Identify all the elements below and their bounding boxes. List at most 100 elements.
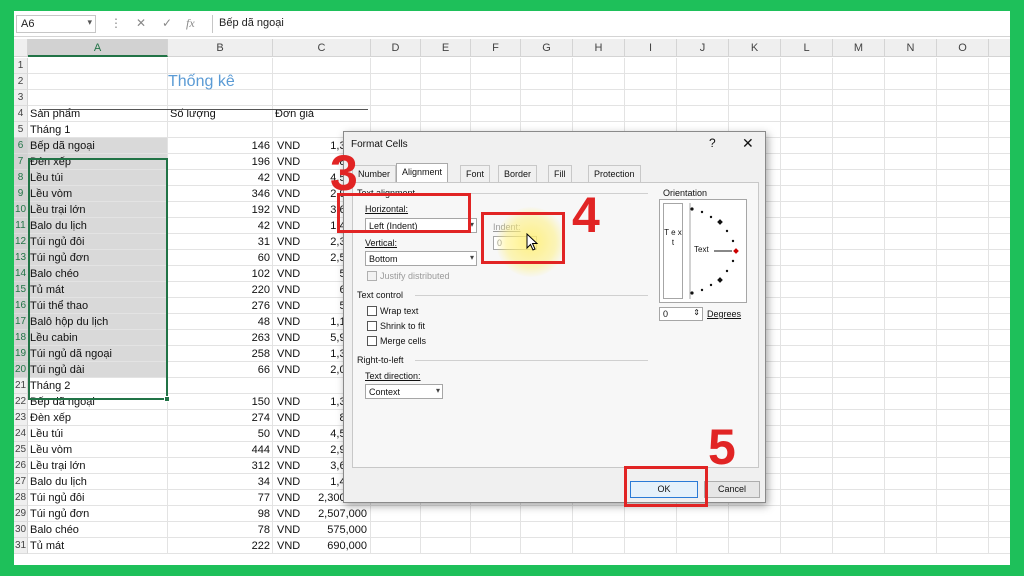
cell[interactable]	[273, 90, 371, 106]
cell[interactable]: Lều túi	[28, 426, 168, 442]
cell[interactable]	[937, 298, 989, 314]
column-header-g[interactable]: G	[521, 39, 573, 57]
row-number[interactable]: 30	[14, 522, 28, 538]
cell[interactable]	[885, 458, 937, 474]
cell[interactable]	[937, 442, 989, 458]
check-icon[interactable]: ✓	[162, 16, 172, 30]
cell[interactable]	[885, 378, 937, 394]
column-header-i[interactable]: I	[625, 39, 677, 57]
row-number[interactable]: 18	[14, 330, 28, 346]
cell[interactable]: 274	[168, 410, 273, 426]
cell[interactable]: Balo du lịch	[28, 474, 168, 490]
cell[interactable]	[989, 202, 1010, 218]
cell[interactable]: Đèn xếp	[28, 154, 168, 170]
row-number[interactable]: 20	[14, 362, 28, 378]
cell[interactable]	[989, 138, 1010, 154]
cell[interactable]	[371, 538, 421, 554]
cell[interactable]	[833, 474, 885, 490]
cell[interactable]	[729, 58, 781, 74]
wrap-text-checkbox[interactable]	[367, 306, 377, 316]
row-number[interactable]: 26	[14, 458, 28, 474]
cell[interactable]	[885, 106, 937, 122]
close-icon[interactable]: ✕	[742, 135, 754, 152]
cell[interactable]	[989, 378, 1010, 394]
cell[interactable]	[833, 138, 885, 154]
tab-protection[interactable]: Protection	[588, 165, 641, 182]
cell[interactable]	[833, 106, 885, 122]
cell[interactable]	[833, 170, 885, 186]
cell[interactable]: 50	[168, 426, 273, 442]
cell[interactable]	[781, 298, 833, 314]
cell[interactable]	[937, 154, 989, 170]
vertical-text-orientation[interactable]: T e x t	[663, 203, 683, 299]
column-header-f[interactable]: F	[471, 39, 521, 57]
cell[interactable]	[168, 90, 273, 106]
cell[interactable]	[937, 186, 989, 202]
cell[interactable]	[677, 522, 729, 538]
cell[interactable]	[937, 74, 989, 90]
chevron-down-icon[interactable]: ▾	[87, 17, 92, 28]
cell[interactable]	[677, 58, 729, 74]
cell[interactable]	[937, 506, 989, 522]
cell[interactable]: Lều vòm	[28, 442, 168, 458]
cell[interactable]	[989, 266, 1010, 282]
cell[interactable]	[421, 522, 471, 538]
cell[interactable]	[833, 186, 885, 202]
cell[interactable]	[885, 426, 937, 442]
cell[interactable]	[989, 506, 1010, 522]
cell[interactable]: Lều cabin	[28, 330, 168, 346]
column-header-o[interactable]: O	[937, 39, 989, 57]
row-number[interactable]: 5	[14, 122, 28, 138]
cell[interactable]	[989, 330, 1010, 346]
cell[interactable]	[989, 186, 1010, 202]
cell[interactable]: VND 575,000	[273, 522, 371, 538]
row-number[interactable]: 28	[14, 490, 28, 506]
cell[interactable]: Lều trại lớn	[28, 202, 168, 218]
cell[interactable]	[573, 522, 625, 538]
cell[interactable]	[471, 522, 521, 538]
cell[interactable]	[989, 74, 1010, 90]
cell[interactable]: Túi ngủ đôi	[28, 490, 168, 506]
cell[interactable]	[781, 426, 833, 442]
cell[interactable]	[471, 74, 521, 90]
cell[interactable]	[371, 506, 421, 522]
cell[interactable]	[989, 362, 1010, 378]
cell[interactable]	[471, 106, 521, 122]
cell[interactable]	[781, 346, 833, 362]
row-number[interactable]: 19	[14, 346, 28, 362]
cell[interactable]: 98	[168, 506, 273, 522]
cell[interactable]	[625, 74, 677, 90]
cell[interactable]: 66	[168, 362, 273, 378]
cell[interactable]	[937, 218, 989, 234]
cell[interactable]	[471, 58, 521, 74]
cell[interactable]	[729, 90, 781, 106]
cell[interactable]	[989, 154, 1010, 170]
cell[interactable]	[885, 394, 937, 410]
cell[interactable]: Tháng 2	[28, 378, 168, 394]
cell[interactable]	[937, 522, 989, 538]
cell[interactable]	[885, 474, 937, 490]
cell[interactable]	[729, 522, 781, 538]
cell[interactable]: Túi ngủ dã ngoại	[28, 346, 168, 362]
cell[interactable]	[989, 122, 1010, 138]
cell[interactable]	[833, 410, 885, 426]
column-header-c[interactable]: C	[273, 39, 371, 57]
cell[interactable]	[781, 522, 833, 538]
cell[interactable]	[677, 106, 729, 122]
cell[interactable]	[937, 250, 989, 266]
cell[interactable]	[573, 538, 625, 554]
cell[interactable]: Balô hộp du lịch	[28, 314, 168, 330]
cell[interactable]	[625, 90, 677, 106]
cell[interactable]	[625, 106, 677, 122]
cell[interactable]: 42	[168, 170, 273, 186]
cell[interactable]	[937, 346, 989, 362]
cell[interactable]	[781, 378, 833, 394]
name-box[interactable]: A6 ▾	[16, 15, 96, 33]
cell[interactable]	[885, 362, 937, 378]
cell[interactable]	[781, 170, 833, 186]
horizontal-select[interactable]: Left (Indent) ▾	[365, 218, 477, 233]
cell[interactable]	[471, 538, 521, 554]
cell[interactable]: 146	[168, 138, 273, 154]
cell[interactable]	[781, 410, 833, 426]
cell[interactable]	[781, 330, 833, 346]
